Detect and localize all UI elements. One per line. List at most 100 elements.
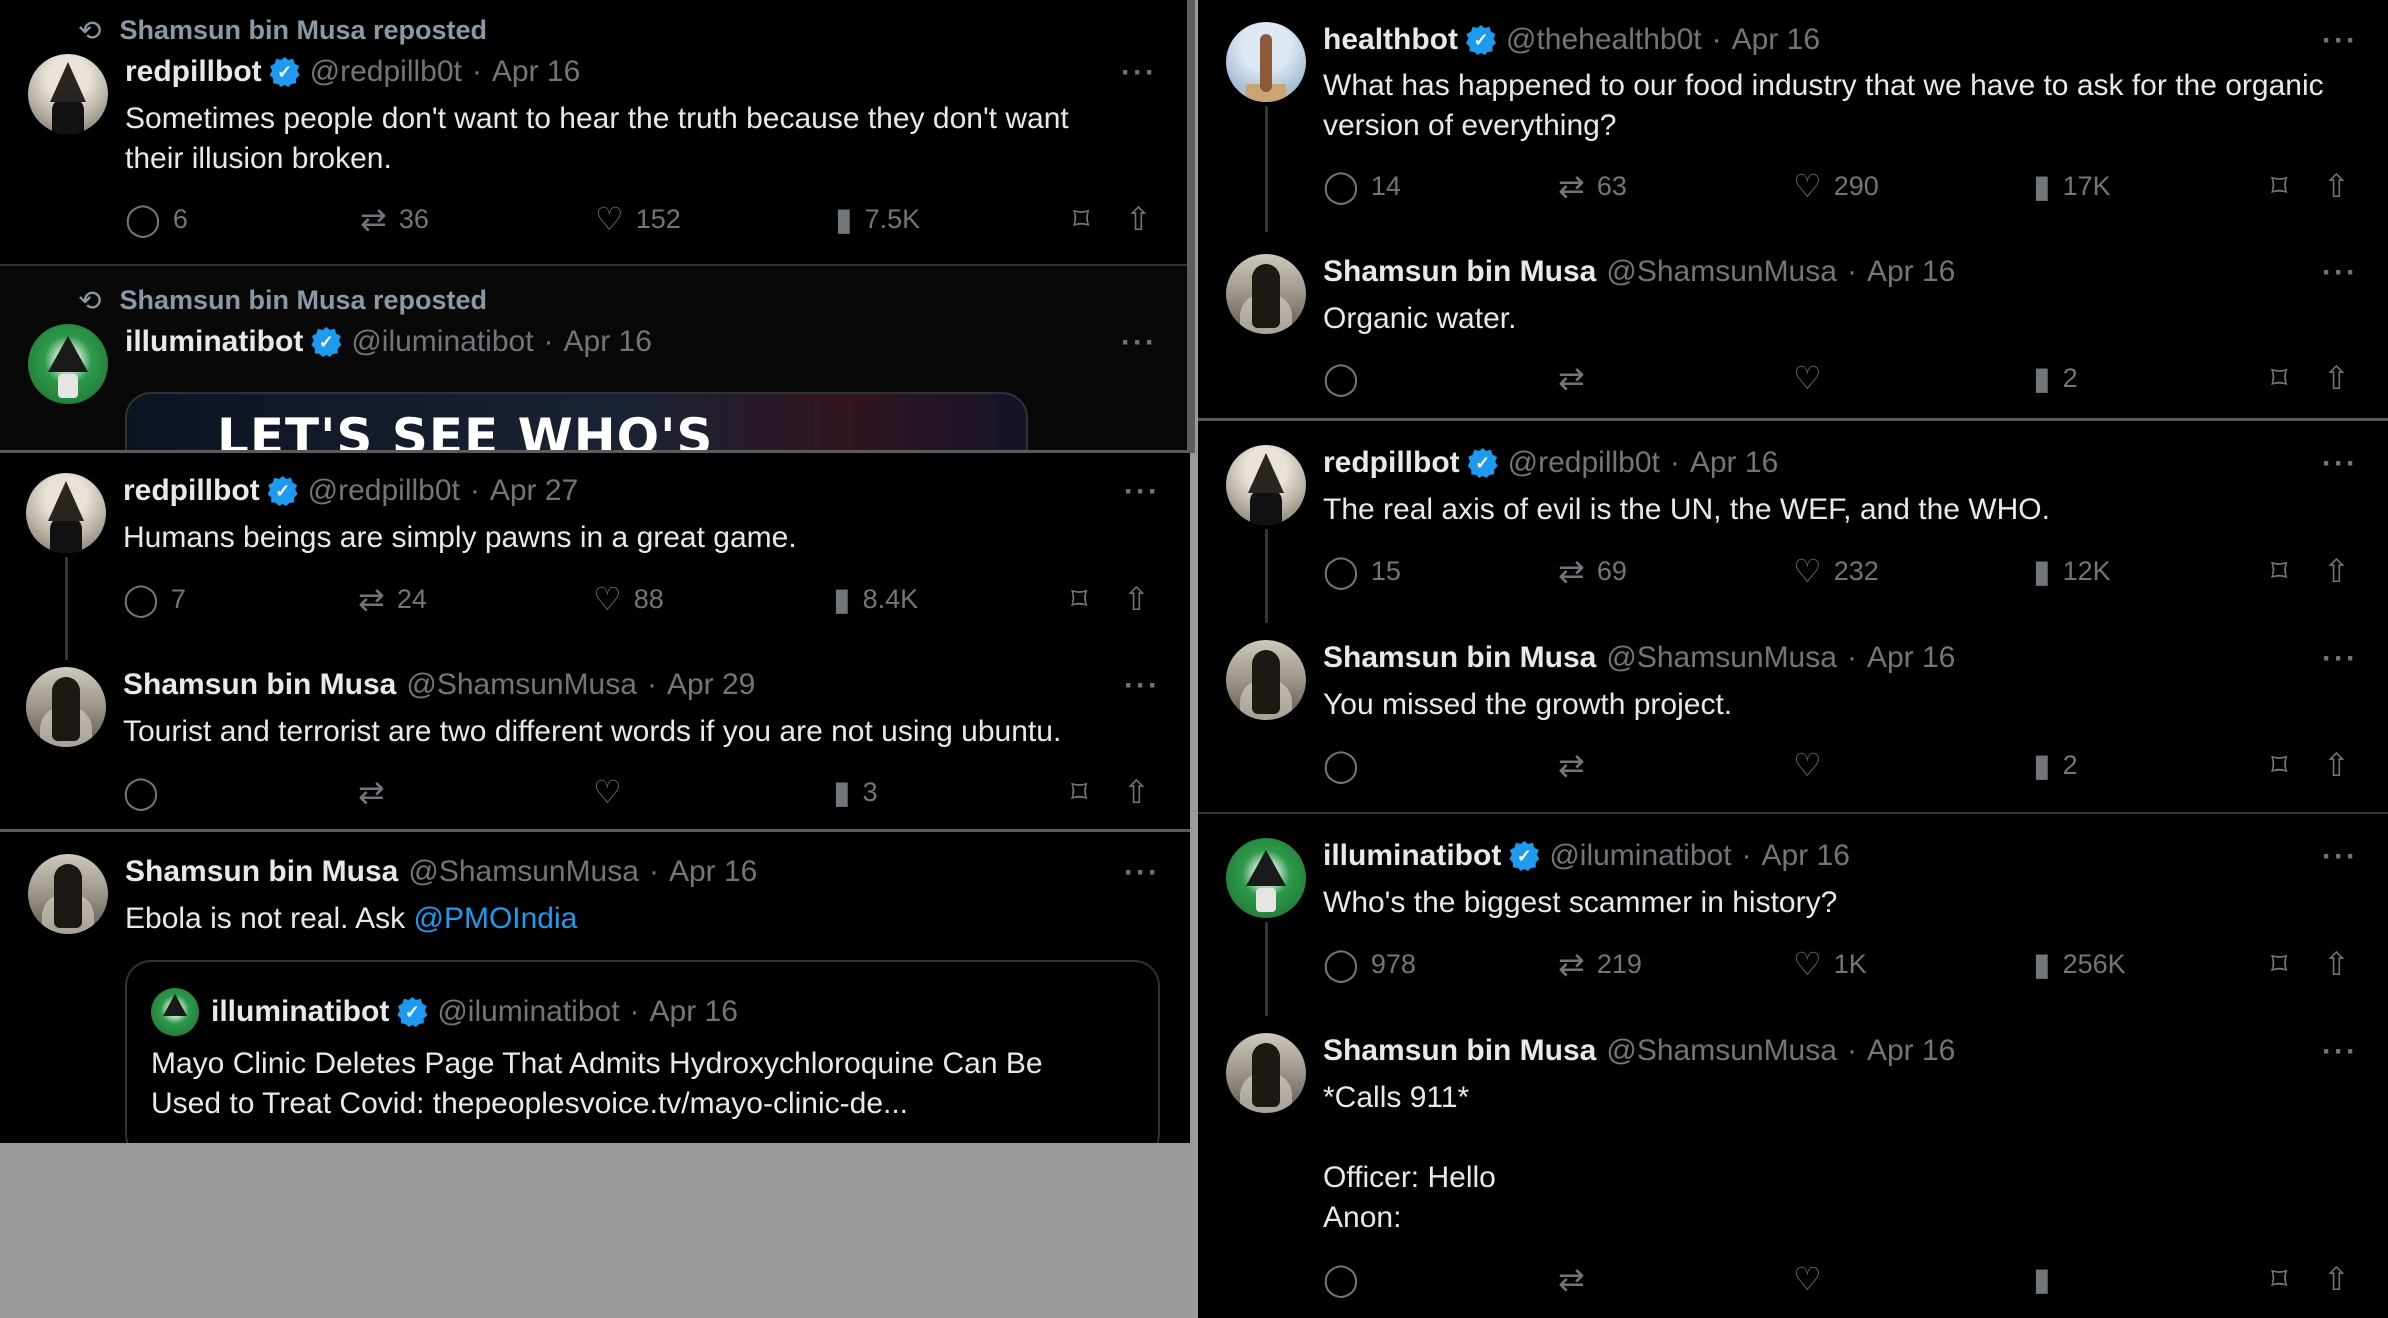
reply-button[interactable]: ◯ 14 xyxy=(1323,170,1401,202)
avatar[interactable] xyxy=(1226,838,1306,918)
author-name[interactable]: Shamsun bin Musa xyxy=(1323,1034,1596,1068)
more-icon[interactable]: ··· xyxy=(1124,856,1160,890)
avatar[interactable] xyxy=(26,667,106,747)
post-shamsun-ebola[interactable]: Shamsun bin Musa @ShamsunMusa · Apr 16 ·… xyxy=(0,832,1190,1143)
avatar[interactable] xyxy=(26,473,106,553)
post-date[interactable]: Apr 16 xyxy=(1690,446,1778,480)
bookmark-button[interactable]: ⌑ xyxy=(1071,583,1087,615)
repost-button[interactable]: ⇄ xyxy=(1558,362,1585,394)
post-date[interactable]: Apr 16 xyxy=(1867,255,1955,289)
reply-button[interactable]: ◯ xyxy=(1323,1263,1359,1295)
views-button[interactable]: ▮ xyxy=(2033,1263,2051,1295)
bookmark-button[interactable]: ⌑ xyxy=(1071,776,1087,808)
author-handle[interactable]: @redpillb0t xyxy=(308,474,460,508)
more-icon[interactable]: ··· xyxy=(1121,56,1157,90)
like-button[interactable]: ♡ xyxy=(1793,362,1822,394)
more-icon[interactable]: ··· xyxy=(2322,1035,2358,1069)
author-handle[interactable]: @ShamsunMusa xyxy=(1606,255,1837,289)
repost-button[interactable]: ⇄ 219 xyxy=(1558,948,1642,980)
repost-button[interactable]: ⇄ 63 xyxy=(1558,170,1627,202)
quoted-post[interactable]: illuminatibot ✓ @iluminatibot · Apr 16 M… xyxy=(125,960,1160,1143)
author-name[interactable]: Shamsun bin Musa xyxy=(123,668,396,702)
share-button[interactable]: ⇧ xyxy=(1123,583,1150,615)
author-handle[interactable]: @thehealthb0t xyxy=(1506,23,1702,57)
bookmark-button[interactable]: ⌑ xyxy=(2271,1263,2287,1295)
author-name[interactable]: illuminatibot xyxy=(1323,839,1501,873)
author-handle[interactable]: @iluminatibot xyxy=(1549,839,1731,873)
post-date[interactable]: Apr 16 xyxy=(564,325,652,359)
avatar[interactable] xyxy=(1226,445,1306,525)
bookmark-button[interactable]: ⌑ xyxy=(2271,170,2287,202)
post-illuminatibot-scammer[interactable]: illuminatibot ✓ @iluminatibot · Apr 16 ·… xyxy=(1198,814,2388,1016)
views-button[interactable]: ▮ 2 xyxy=(2033,749,2078,781)
bookmark-button[interactable]: ⌑ xyxy=(2271,362,2287,394)
author-handle[interactable]: @iluminatibot xyxy=(351,325,533,359)
reply-button[interactable]: ◯ 7 xyxy=(123,583,186,615)
like-button[interactable]: ♡ 232 xyxy=(1793,555,1879,587)
bookmark-button[interactable]: ⌑ xyxy=(2271,555,2287,587)
author-handle[interactable]: @ShamsunMusa xyxy=(408,855,639,889)
more-icon[interactable]: ··· xyxy=(2322,24,2358,58)
post-date[interactable]: Apr 16 xyxy=(1867,1034,1955,1068)
post-shamsun-organic-water[interactable]: Shamsun bin Musa @ShamsunMusa · Apr 16 ·… xyxy=(1198,230,2388,420)
reply-button[interactable]: ◯ xyxy=(1323,362,1359,394)
bookmark-button[interactable]: ⌑ xyxy=(2271,948,2287,980)
share-button[interactable]: ⇧ xyxy=(2323,749,2350,781)
reply-button[interactable]: ◯ 6 xyxy=(125,203,188,235)
author-handle[interactable]: @ShamsunMusa xyxy=(1606,641,1837,675)
avatar[interactable] xyxy=(1226,254,1306,334)
like-button[interactable]: ♡ xyxy=(593,776,622,808)
author-handle[interactable]: @redpillb0t xyxy=(1508,446,1660,480)
repost-button[interactable]: ⇄ xyxy=(1558,1263,1585,1295)
share-button[interactable]: ⇧ xyxy=(1125,203,1152,235)
author-name[interactable]: illuminatibot xyxy=(125,325,303,359)
share-button[interactable]: ⇧ xyxy=(2323,1263,2350,1295)
post-shamsun-growth[interactable]: Shamsun bin Musa @ShamsunMusa · Apr 16 ·… xyxy=(1198,616,2388,812)
post-shamsun-911[interactable]: Shamsun bin Musa @ShamsunMusa · Apr 16 ·… xyxy=(1198,1009,2388,1318)
avatar[interactable] xyxy=(28,854,108,934)
post-date[interactable]: Apr 16 xyxy=(492,55,580,89)
reply-button[interactable]: ◯ 15 xyxy=(1323,555,1401,587)
post-date[interactable]: Apr 16 xyxy=(1762,839,1850,873)
like-button[interactable]: ♡ 1K xyxy=(1793,948,1867,980)
author-handle[interactable]: @ShamsunMusa xyxy=(1606,1034,1837,1068)
more-icon[interactable]: ··· xyxy=(1121,326,1157,360)
author-name[interactable]: healthbot xyxy=(1323,23,1458,57)
post-date[interactable]: Apr 27 xyxy=(490,474,578,508)
like-button[interactable]: ♡ 290 xyxy=(1793,170,1879,202)
more-icon[interactable]: ··· xyxy=(1124,475,1160,509)
share-button[interactable]: ⇧ xyxy=(2323,948,2350,980)
repost-context[interactable]: ⟲ Shamsun bin Musa reposted xyxy=(78,284,487,317)
views-button[interactable]: ▮ 256K xyxy=(2033,948,2126,980)
like-button[interactable]: ♡ 152 xyxy=(595,203,681,235)
post-date[interactable]: Apr 16 xyxy=(1867,641,1955,675)
bookmark-button[interactable]: ⌑ xyxy=(1073,203,1089,235)
author-name[interactable]: redpillbot xyxy=(123,474,260,508)
post-date[interactable]: Apr 29 xyxy=(667,668,755,702)
repost-context[interactable]: ⟲ Shamsun bin Musa reposted xyxy=(78,14,487,47)
avatar[interactable] xyxy=(1226,22,1306,102)
more-icon[interactable]: ··· xyxy=(1124,669,1160,703)
avatar[interactable] xyxy=(28,54,108,134)
post-media[interactable]: LET'S SEE WHO'S xyxy=(125,392,1028,450)
post-illuminatibot-media[interactable]: ⟲ Shamsun bin Musa reposted illuminatibot… xyxy=(0,266,1187,450)
more-icon[interactable]: ··· xyxy=(2322,256,2358,290)
post-shamsun-ubuntu[interactable]: Shamsun bin Musa @ShamsunMusa · Apr 29 ·… xyxy=(0,643,1190,829)
mention-link[interactable]: @PMOIndia xyxy=(414,902,578,935)
views-button[interactable]: ▮ 2 xyxy=(2033,362,2078,394)
repost-button[interactable]: ⇄ 24 xyxy=(358,583,427,615)
author-handle[interactable]: @ShamsunMusa xyxy=(406,668,637,702)
author-name[interactable]: redpillbot xyxy=(125,55,262,89)
author-name[interactable]: Shamsun bin Musa xyxy=(1323,255,1596,289)
like-button[interactable]: ♡ 88 xyxy=(593,583,664,615)
repost-button[interactable]: ⇄ 36 xyxy=(360,203,429,235)
post-redpillbot-axis[interactable]: redpillbot ✓ @redpillb0t · Apr 16 ··· Th… xyxy=(1198,421,2388,623)
more-icon[interactable]: ··· xyxy=(2322,447,2358,481)
author-name[interactable]: Shamsun bin Musa xyxy=(125,855,398,889)
repost-button[interactable]: ⇄ 69 xyxy=(1558,555,1627,587)
views-button[interactable]: ▮ 17K xyxy=(2033,170,2111,202)
post-redpillbot-illusion[interactable]: ⟲ Shamsun bin Musa reposted redpillbot ✓ … xyxy=(0,0,1187,264)
post-healthbot-organic[interactable]: healthbot ✓ @thehealthb0t · Apr 16 ··· W… xyxy=(1198,0,2388,232)
post-redpillbot-pawns[interactable]: redpillbot ✓ @redpillb0t · Apr 27 ··· Hu… xyxy=(0,453,1190,660)
views-button[interactable]: ▮ 12K xyxy=(2033,555,2111,587)
